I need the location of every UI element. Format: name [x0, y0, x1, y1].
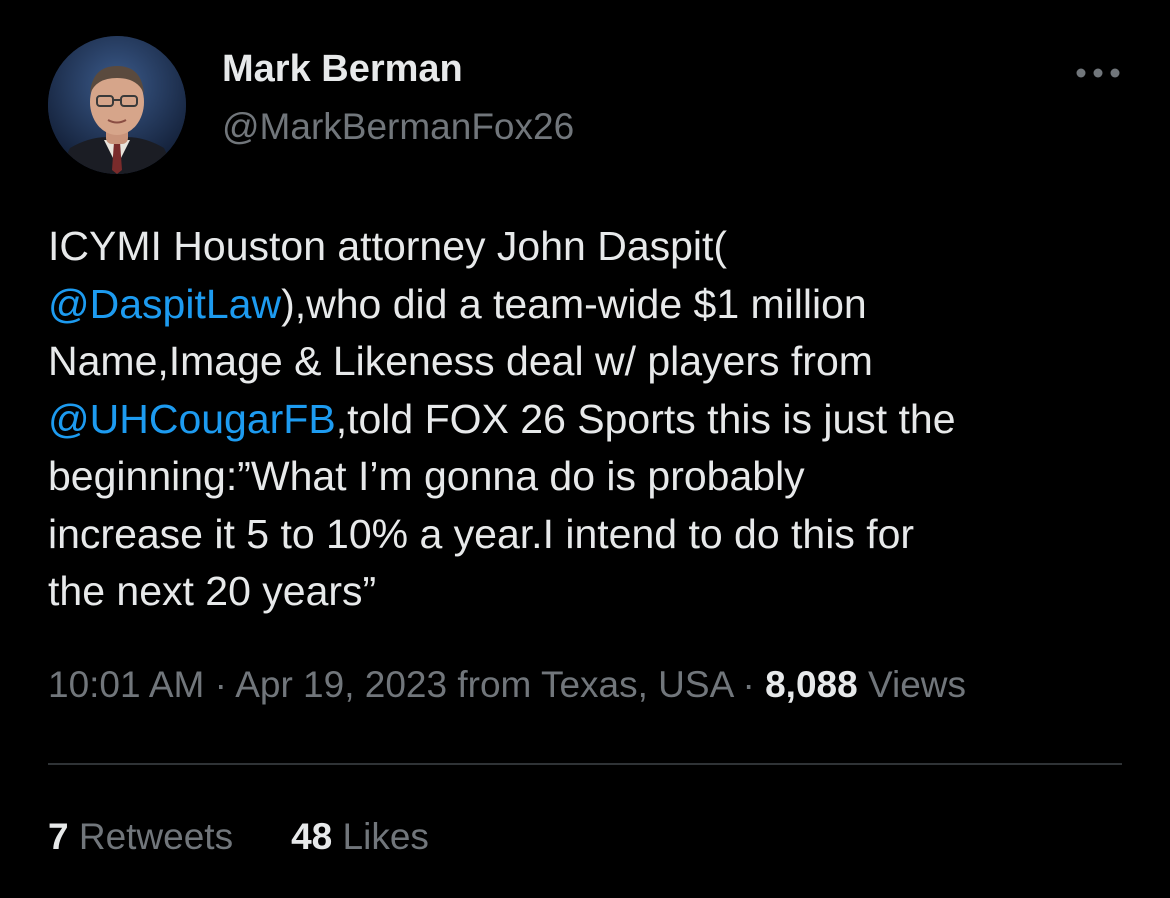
divider: [48, 763, 1122, 765]
tweet-text-line: increase it 5 to 10% a year.I intend to …: [48, 506, 1128, 564]
avatar-portrait: [48, 36, 186, 174]
retweets-stat[interactable]: 7 Retweets: [48, 816, 233, 858]
mention-link[interactable]: @UHCougarFB: [48, 396, 336, 442]
retweets-count: 7: [48, 816, 69, 857]
tweet-text-segment: beginning:”What I’m gonna do is probably: [48, 453, 805, 499]
tweet-text-line: @UHCougarFB,told FOX 26 Sports this is j…: [48, 391, 1128, 449]
likes-stat[interactable]: 48 Likes: [291, 816, 429, 858]
tweet-stats: 7 Retweets 48 Likes: [48, 816, 429, 858]
tweet-meta: 10:01 AM · Apr 19, 2023 from Texas, USA …: [48, 664, 966, 706]
likes-label: Likes: [332, 816, 429, 857]
author-handle[interactable]: @MarkBermanFox26: [222, 106, 574, 148]
mention-link[interactable]: @DaspitLaw: [48, 281, 281, 327]
tweet-text-segment: the next 20 years”: [48, 568, 377, 614]
meta-separator: ·: [732, 664, 766, 705]
views-label: Views: [857, 664, 967, 705]
tweet-text-segment: ,told FOX 26 Sports this is just the: [335, 395, 956, 442]
tweet-date-location[interactable]: Apr 19, 2023 from Texas, USA: [235, 664, 732, 705]
tweet-text-line: the next 20 years”: [48, 563, 1128, 621]
more-horizontal-icon: [1076, 68, 1120, 78]
meta-separator: ·: [204, 664, 236, 705]
tweet-text-segment: increase it 5 to 10% a year.I intend to …: [48, 510, 915, 557]
tweet-text-segment: ICYMI Houston attorney John Daspit(: [48, 223, 728, 269]
tweet-text-line: beginning:”What I’m gonna do is probably: [48, 448, 1128, 506]
tweet-time[interactable]: 10:01 AM: [48, 664, 204, 705]
likes-count: 48: [291, 816, 333, 857]
retweets-label: Retweets: [68, 816, 234, 857]
tweet-text-segment: Name,Image & Likeness deal w/ players fr…: [48, 338, 873, 384]
tweet-text-line: @DaspitLaw),who did a team-wide $1 milli…: [48, 276, 1128, 334]
tweet-text-line: Name,Image & Likeness deal w/ players fr…: [48, 333, 1128, 391]
tweet-text-line: ICYMI Houston attorney John Daspit(: [48, 218, 1128, 276]
tweet-text: ICYMI Houston attorney John Daspit( @Dasp…: [48, 218, 1128, 621]
tweet-text-segment: ),who did a team-wide $1 million: [281, 280, 867, 327]
views-count: 8,088: [765, 664, 858, 705]
author-name[interactable]: Mark Berman: [222, 48, 463, 91]
author-avatar[interactable]: [48, 36, 186, 174]
more-options-button[interactable]: [1068, 56, 1128, 90]
